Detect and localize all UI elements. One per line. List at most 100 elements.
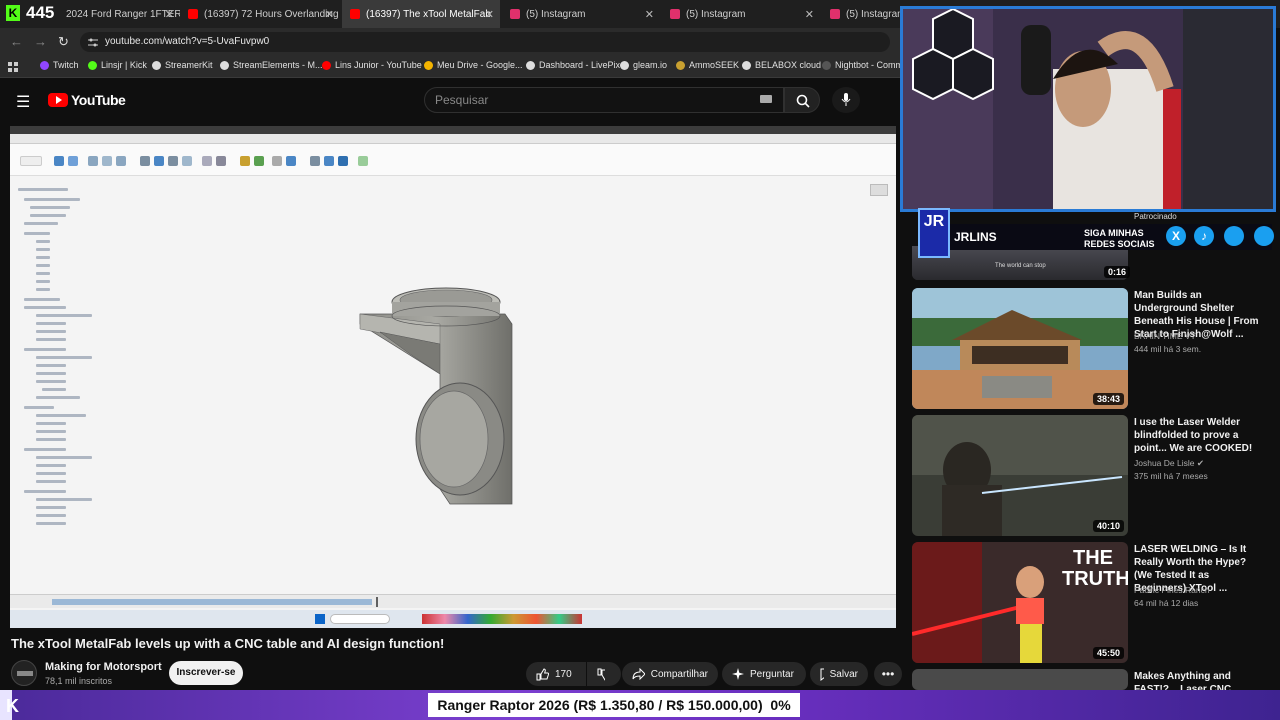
duration-badge: 0:16 [1104, 266, 1131, 278]
tree-line [36, 414, 86, 417]
like-button[interactable]: 170 [526, 662, 586, 686]
tree-line [36, 498, 92, 501]
recommendation-channel[interactable]: Joshua De Lisle ✔ [1134, 458, 1204, 469]
recommendation-channel[interactable]: Pacific Pines Ranch [1134, 585, 1210, 595]
save-label: Salvar [829, 668, 858, 680]
tree-line [36, 288, 50, 291]
save-button[interactable]: Salvar [810, 662, 868, 686]
video-player[interactable] [10, 126, 896, 628]
channel-avatar[interactable] [11, 660, 37, 686]
address-bar-row: ← → ↻ youtube.com/watch?v=5-UvaFuvpw0 [0, 28, 900, 56]
tab-xtool-metalfab[interactable]: (16397) The xTool MetalFab ✕ [342, 0, 500, 28]
cad-3d-model [359, 287, 513, 505]
close-icon[interactable]: ✕ [645, 8, 654, 21]
url-field[interactable]: youtube.com/watch?v=5-UvaFuvpw0 [80, 32, 890, 52]
bookmark-belabox[interactable]: BELABOX cloud [742, 60, 821, 70]
close-icon[interactable]: ✕ [805, 8, 814, 21]
keyboard-icon[interactable] [760, 95, 772, 103]
microphone-icon [841, 93, 851, 106]
bookmark-kick[interactable]: Linsjr | Kick [88, 60, 147, 70]
thumbnail[interactable] [912, 288, 1128, 409]
channel-label: Joshua De Lisle [1134, 458, 1195, 468]
goal-text-box: Ranger Raptor 2026 (R$ 1.350,80 / R$ 150… [428, 693, 800, 717]
thumbnail-overlay-text: THE TRUTH [1062, 547, 1128, 590]
menu-icon[interactable]: ☰ [16, 92, 30, 112]
tree-line [24, 490, 66, 493]
more-actions-button[interactable]: ••• [874, 662, 902, 686]
youtube-logo[interactable]: YouTube [48, 92, 126, 108]
close-icon[interactable]: ✕ [485, 8, 494, 21]
bookmark-google-drive[interactable]: Meu Drive - Google... [424, 60, 523, 70]
thumbnail[interactable] [912, 669, 1128, 690]
tab-label: (5) Instagram [526, 8, 586, 20]
apps-grid-icon[interactable] [8, 62, 18, 72]
webcam-image [903, 9, 1273, 209]
thumbnail[interactable] [912, 415, 1128, 536]
recommendation-item[interactable]: 38:43 Man Builds an Underground Shelter … [912, 288, 1272, 412]
channel-name[interactable]: Making for Motorsport [45, 661, 162, 673]
gleam-icon [620, 60, 629, 70]
bookmark-streamelements[interactable]: StreamElements - M... [220, 60, 323, 70]
goal-text: Ranger Raptor 2026 (R$ 1.350,80 / R$ 150… [437, 697, 763, 713]
search-input[interactable]: Pesquisar [424, 87, 784, 113]
bookmark-livepix[interactable]: Dashboard - LivePix [526, 60, 620, 70]
back-arrow-icon[interactable]: ← [10, 34, 23, 49]
social-media-banner: JR JRLINS SIGA MINHAS REDES SOCIAIS X ♪ [902, 208, 1278, 260]
dislike-button[interactable] [587, 662, 621, 686]
tab-overlanding[interactable]: (16397) 72 Hours Overlanding ✕ [180, 0, 340, 28]
tree-line [36, 264, 50, 267]
tree-line [36, 248, 50, 251]
recommendation-meta: 444 mil há 3 sem. [1134, 344, 1202, 354]
bookmark-label: Linsjr | Kick [101, 60, 147, 70]
tree-line [24, 232, 50, 235]
thumbnail[interactable]: THE TRUTH [912, 542, 1128, 663]
bookmark-youtube[interactable]: Lins Junior - YouTube [322, 60, 422, 70]
ask-button[interactable]: Perguntar [722, 662, 806, 686]
tab-instagram-2[interactable]: (5) Instagram ✕ [662, 0, 820, 28]
duration-badge: 40:10 [1092, 520, 1124, 532]
bookmark-nightbot[interactable]: Nightbot - Comm [822, 60, 903, 70]
search-button[interactable] [784, 87, 820, 113]
tree-line [24, 198, 80, 201]
tree-line [24, 448, 66, 451]
tab-ford-ranger[interactable]: 2024 Ford Ranger 1FTER4LR6R✕ [56, 0, 180, 28]
thumbnail-caption: The world can stop [995, 263, 1046, 269]
instagram-favicon-icon [510, 9, 520, 19]
bookmark-label: StreamerKit [165, 60, 213, 70]
tab-instagram-1[interactable]: (5) Instagram ✕ [502, 0, 660, 28]
recommendation-title[interactable]: Makes Anything and FAST!?... Laser CNC C… [1134, 670, 1264, 690]
recommendation-item[interactable]: THE TRUTH 45:50 LASER WELDING – Is It Re… [912, 542, 1272, 666]
instagram-favicon-icon [670, 9, 680, 19]
toolbar-tool-icon [88, 156, 98, 166]
bookmark-ammoseek[interactable]: AmmoSEEK [676, 60, 739, 70]
subscriber-count: 78,1 mil inscritos [45, 676, 113, 686]
site-settings-icon[interactable] [88, 38, 98, 47]
recommendation-meta: 64 mil há 12 dias [1134, 598, 1199, 608]
bookmark-gleam[interactable]: gleam.io [620, 60, 667, 70]
voice-search-button[interactable] [832, 87, 860, 113]
forward-arrow-icon[interactable]: → [34, 34, 47, 49]
reload-icon[interactable]: ↻ [58, 34, 69, 50]
bookmark-twitch[interactable]: Twitch [40, 60, 79, 70]
toolbar-tool-icon [202, 156, 212, 166]
search-icon [796, 94, 810, 108]
recommendation-item[interactable]: Makes Anything and FAST!?... Laser CNC C… [912, 669, 1272, 690]
recommendation-item[interactable]: 40:10 I use the Laser Welder blindfolded… [912, 415, 1272, 539]
search-placeholder: Pesquisar [435, 93, 489, 107]
close-icon[interactable]: ✕ [165, 8, 174, 21]
share-button[interactable]: Compartilhar [622, 662, 718, 686]
close-icon[interactable]: ✕ [325, 8, 334, 21]
kick-icon [88, 60, 97, 70]
tree-line [36, 240, 50, 243]
toolbar-tool-icon [324, 156, 334, 166]
subscribe-button[interactable]: Inscrever-se [169, 661, 243, 685]
recommendation-channel[interactable]: BRAIN TIME VT [1134, 331, 1196, 341]
tab-instagram-3[interactable]: (5) Instagram [822, 0, 900, 28]
toolbar-tool-icon [154, 156, 164, 166]
recommendation-title[interactable]: I use the Laser Welder blindfolded to pr… [1134, 416, 1264, 455]
banner-cta: SIGA MINHAS REDES SOCIAIS [1084, 228, 1155, 249]
like-count: 170 [555, 668, 572, 680]
bookmark-label: gleam.io [633, 60, 668, 70]
bookmark-streamerkit[interactable]: StreamerKit [152, 60, 213, 70]
tree-line [36, 364, 66, 367]
